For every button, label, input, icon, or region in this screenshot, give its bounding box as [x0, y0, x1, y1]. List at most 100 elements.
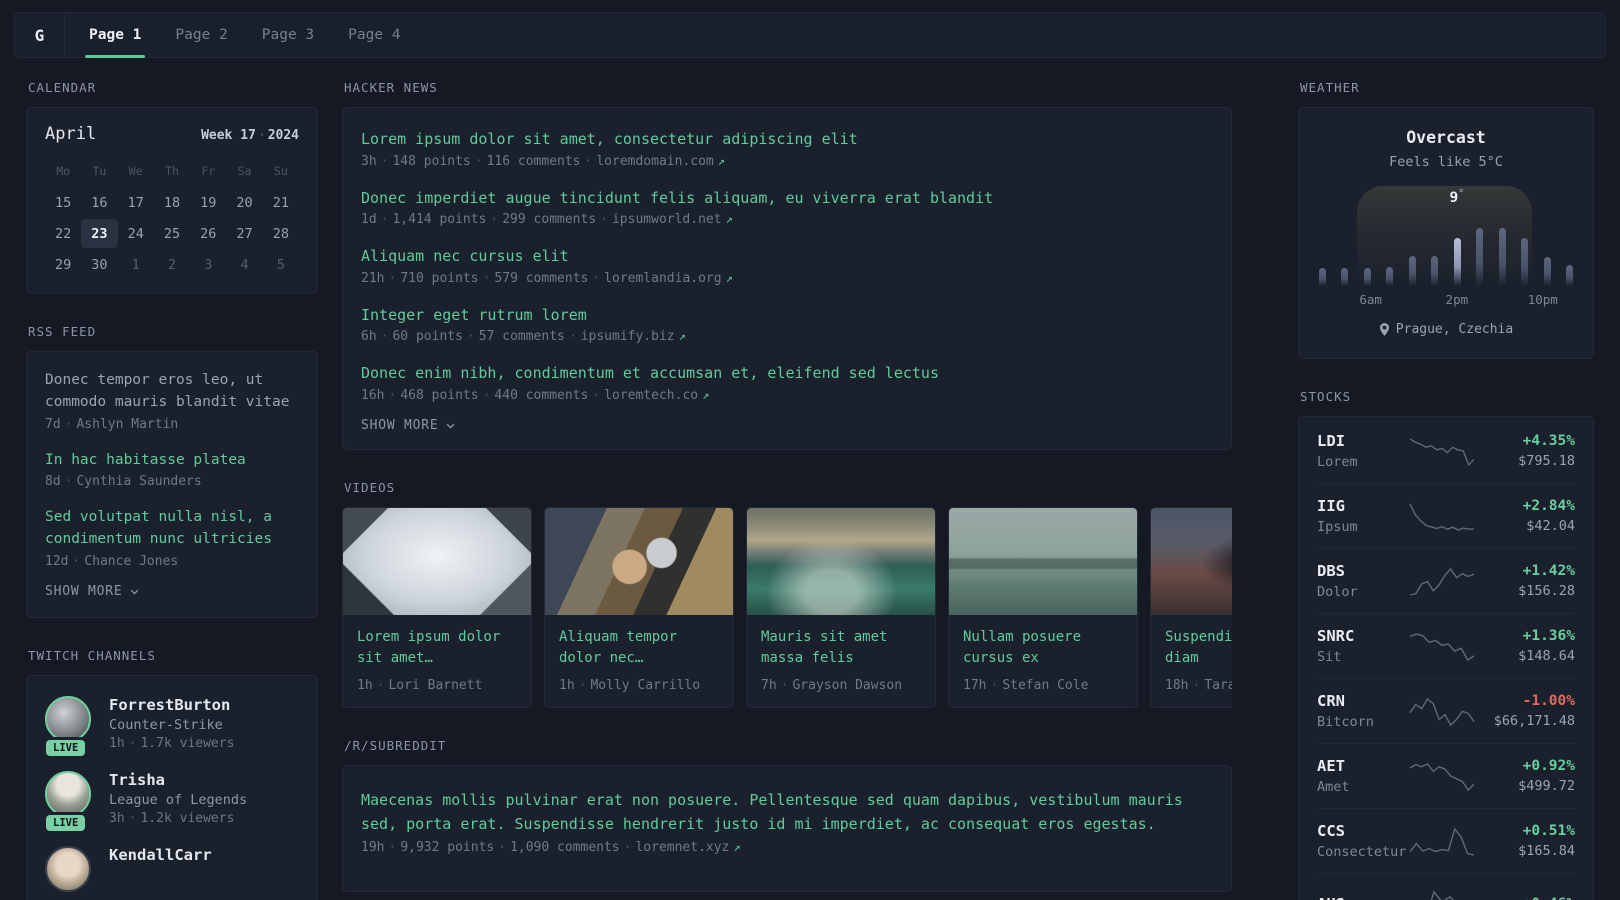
hacker-news-item-title[interactable]: Donec enim nibh, condimentum et accumsan… — [361, 362, 1213, 385]
meta-part: 7h — [761, 677, 777, 693]
calendar-day[interactable]: 16 — [81, 188, 117, 217]
twitch-channel-name[interactable]: ForrestBurton — [109, 696, 234, 714]
meta-part: Ashlyn Martin — [76, 416, 179, 432]
external-link-icon: ↗ — [678, 329, 686, 343]
meta-part: 1.2k viewers — [140, 810, 235, 826]
tab-page-1[interactable]: Page 1 — [85, 13, 146, 58]
calendar-day[interactable]: 19 — [190, 188, 226, 217]
hacker-news-item-title[interactable]: Integer eget rutrum lorem — [361, 304, 1213, 327]
calendar-day[interactable]: 20 — [226, 188, 262, 217]
hacker-news-show-more-button[interactable]: SHOW MORE — [361, 418, 456, 433]
rss-item-title[interactable]: In hac habitasse platea — [45, 450, 299, 472]
rss-item-title[interactable]: Donec tempor eros leo, ut commodo mauris… — [45, 370, 299, 414]
video-card[interactable]: Lorem ipsum dolor sit amet consectetu… 1h… — [342, 506, 532, 708]
calendar-day[interactable]: 18 — [154, 188, 190, 217]
reddit-post-title[interactable]: Maecenas mollis pulvinar erat non posuer… — [361, 788, 1213, 838]
location-pin-icon — [1379, 323, 1389, 336]
calendar-day[interactable]: 15 — [45, 188, 81, 217]
video-card-body: Mauris sit amet massa felis 7h · Grayson Da… — [747, 615, 935, 707]
weather-bar — [1521, 238, 1529, 286]
stock-symbol: AET — [1317, 757, 1345, 775]
meta-part: 12d — [45, 553, 69, 569]
video-card[interactable]: Aliquam tempor dolor nec pharetra… 1h·Mol… — [544, 506, 734, 708]
calendar-day[interactable]: 5 — [263, 250, 299, 279]
video-title[interactable]: Nullam posuere cursus ex — [963, 627, 1123, 669]
tab-page-3[interactable]: Page 3 — [258, 13, 318, 57]
app-logo[interactable]: G — [15, 13, 65, 57]
weather-bar — [1543, 257, 1551, 286]
calendar-day[interactable]: 26 — [190, 219, 226, 248]
calendar-section-title: CALENDAR — [28, 80, 97, 95]
avatar — [45, 695, 91, 742]
calendar-day[interactable]: 2 — [154, 250, 190, 279]
calendar-day[interactable]: 1 — [118, 250, 154, 279]
hacker-news-item-title[interactable]: Donec imperdiet augue tincidunt felis al… — [361, 187, 1213, 210]
video-title[interactable]: Suspendisse diam — [1165, 627, 1232, 669]
hacker-news-item-title[interactable]: Lorem ipsum dolor sit amet, consectetur … — [361, 128, 1213, 151]
stock-row[interactable]: CRN Bitcorn -1.00% $66,171.48 — [1317, 678, 1575, 743]
calendar-day[interactable]: 29 — [45, 250, 81, 279]
tab-page-4[interactable]: Page 4 — [344, 13, 404, 57]
meta-part: 1d — [361, 212, 377, 227]
rss-show-more-button[interactable]: SHOW MORE — [45, 584, 140, 599]
calendar-day[interactable]: 30 — [81, 250, 117, 279]
stock-row[interactable]: SNRC Sit +1.36% $148.64 — [1317, 613, 1575, 678]
stock-row[interactable]: AET Amet +0.92% $499.72 — [1317, 743, 1575, 808]
stock-values: +4.35% $795.18 — [1479, 433, 1575, 469]
calendar-day[interactable]: 24 — [118, 219, 154, 248]
source-domain[interactable]: ipsumworld.net — [612, 212, 722, 227]
meta-part: 9,932 points — [400, 840, 495, 855]
weather-feels-like: Feels like 5°C — [1389, 154, 1503, 170]
video-card[interactable]: Nullam posuere cursus ex 17h · Stefan Cole — [948, 506, 1138, 708]
weather-location[interactable]: Prague, Czechia — [1379, 322, 1513, 337]
stock-row[interactable]: LDI Lorem +4.35% $795.18 — [1317, 419, 1575, 483]
stock-row[interactable]: AHS +0.46% — [1317, 873, 1575, 900]
meta-part: 1,090 comments — [510, 840, 620, 855]
calendar-day[interactable]: 17 — [118, 188, 154, 217]
rss-item-title[interactable]: Sed volutpat nulla nisl, a condimentum n… — [45, 507, 299, 551]
calendar-day[interactable]: 22 — [45, 219, 81, 248]
calendar-day[interactable]: 28 — [263, 219, 299, 248]
twitch-channel-row[interactable]: KendallCarr — [45, 845, 299, 892]
stock-name: Ipsum — [1317, 519, 1358, 535]
hacker-news-item-title[interactable]: Aliquam nec cursus elit — [361, 245, 1213, 268]
sparkline-chart — [1409, 633, 1475, 661]
source-domain[interactable]: loremtech.co — [604, 388, 698, 403]
stock-id: AET Amet — [1317, 757, 1405, 795]
separator-dot: · — [388, 840, 397, 855]
video-card-body: Lorem ipsum dolor sit amet consectetu… 1h… — [343, 615, 531, 707]
calendar-day[interactable]: 3 — [190, 250, 226, 279]
stock-symbol: SNRC — [1317, 627, 1355, 645]
stock-price: $66,171.48 — [1493, 713, 1575, 729]
hacker-news-item-meta: 16h · 468 points · 440 comments · loremtech.co… — [361, 388, 1213, 403]
calendar-day[interactable]: 21 — [263, 188, 299, 217]
video-title[interactable]: Mauris sit amet massa felis — [761, 627, 921, 669]
avatar-wrap — [45, 845, 93, 892]
twitch-channel-name[interactable]: KendallCarr — [109, 846, 212, 864]
source-domain[interactable]: loremlandia.org — [604, 271, 721, 286]
stock-sparkline — [1405, 564, 1479, 598]
video-title[interactable]: Aliquam tempor dolor nec pharetra… — [559, 627, 719, 669]
source-domain[interactable]: loremdomain.com — [596, 154, 713, 169]
twitch-channel-name[interactable]: Trisha — [109, 771, 247, 789]
source-domain[interactable]: ipsumify.biz — [581, 329, 675, 344]
stock-row[interactable]: DBS Dolor +1.42% $156.28 — [1317, 548, 1575, 613]
tab-page-2[interactable]: Page 2 — [171, 13, 231, 57]
twitch-channel-row[interactable]: LIVE Trisha League of Legends 3h · 1.2k viewe… — [43, 770, 299, 834]
video-card[interactable]: Suspendisse diam 18h·Tara — [1150, 506, 1232, 708]
stock-row[interactable]: IIG Ipsum +2.84% $42.04 — [1317, 483, 1575, 548]
video-title[interactable]: Lorem ipsum dolor sit amet consectetu… — [357, 627, 517, 669]
hacker-news-section-title: HACKER NEWS — [344, 80, 438, 95]
weather-bar — [1498, 228, 1506, 286]
separator-dot: · — [592, 387, 601, 403]
weather-time-label: 2pm — [1445, 292, 1469, 307]
source-domain[interactable]: loremnet.xyz — [635, 840, 729, 855]
twitch-channel-row[interactable]: LIVE ForrestBurton Counter-Strike 1h · 1.7k v… — [43, 695, 299, 759]
separator-dot: · — [584, 153, 593, 169]
calendar-day[interactable]: 27 — [226, 219, 262, 248]
calendar-day[interactable]: 25 — [154, 219, 190, 248]
calendar-day[interactable]: 4 — [226, 250, 262, 279]
stock-row[interactable]: CCS Consectetur +0.51% $165.84 — [1317, 808, 1575, 873]
calendar-day-selected[interactable]: 23 — [81, 219, 118, 248]
video-card[interactable]: Mauris sit amet massa felis 7h · Grayson Da… — [746, 506, 936, 708]
